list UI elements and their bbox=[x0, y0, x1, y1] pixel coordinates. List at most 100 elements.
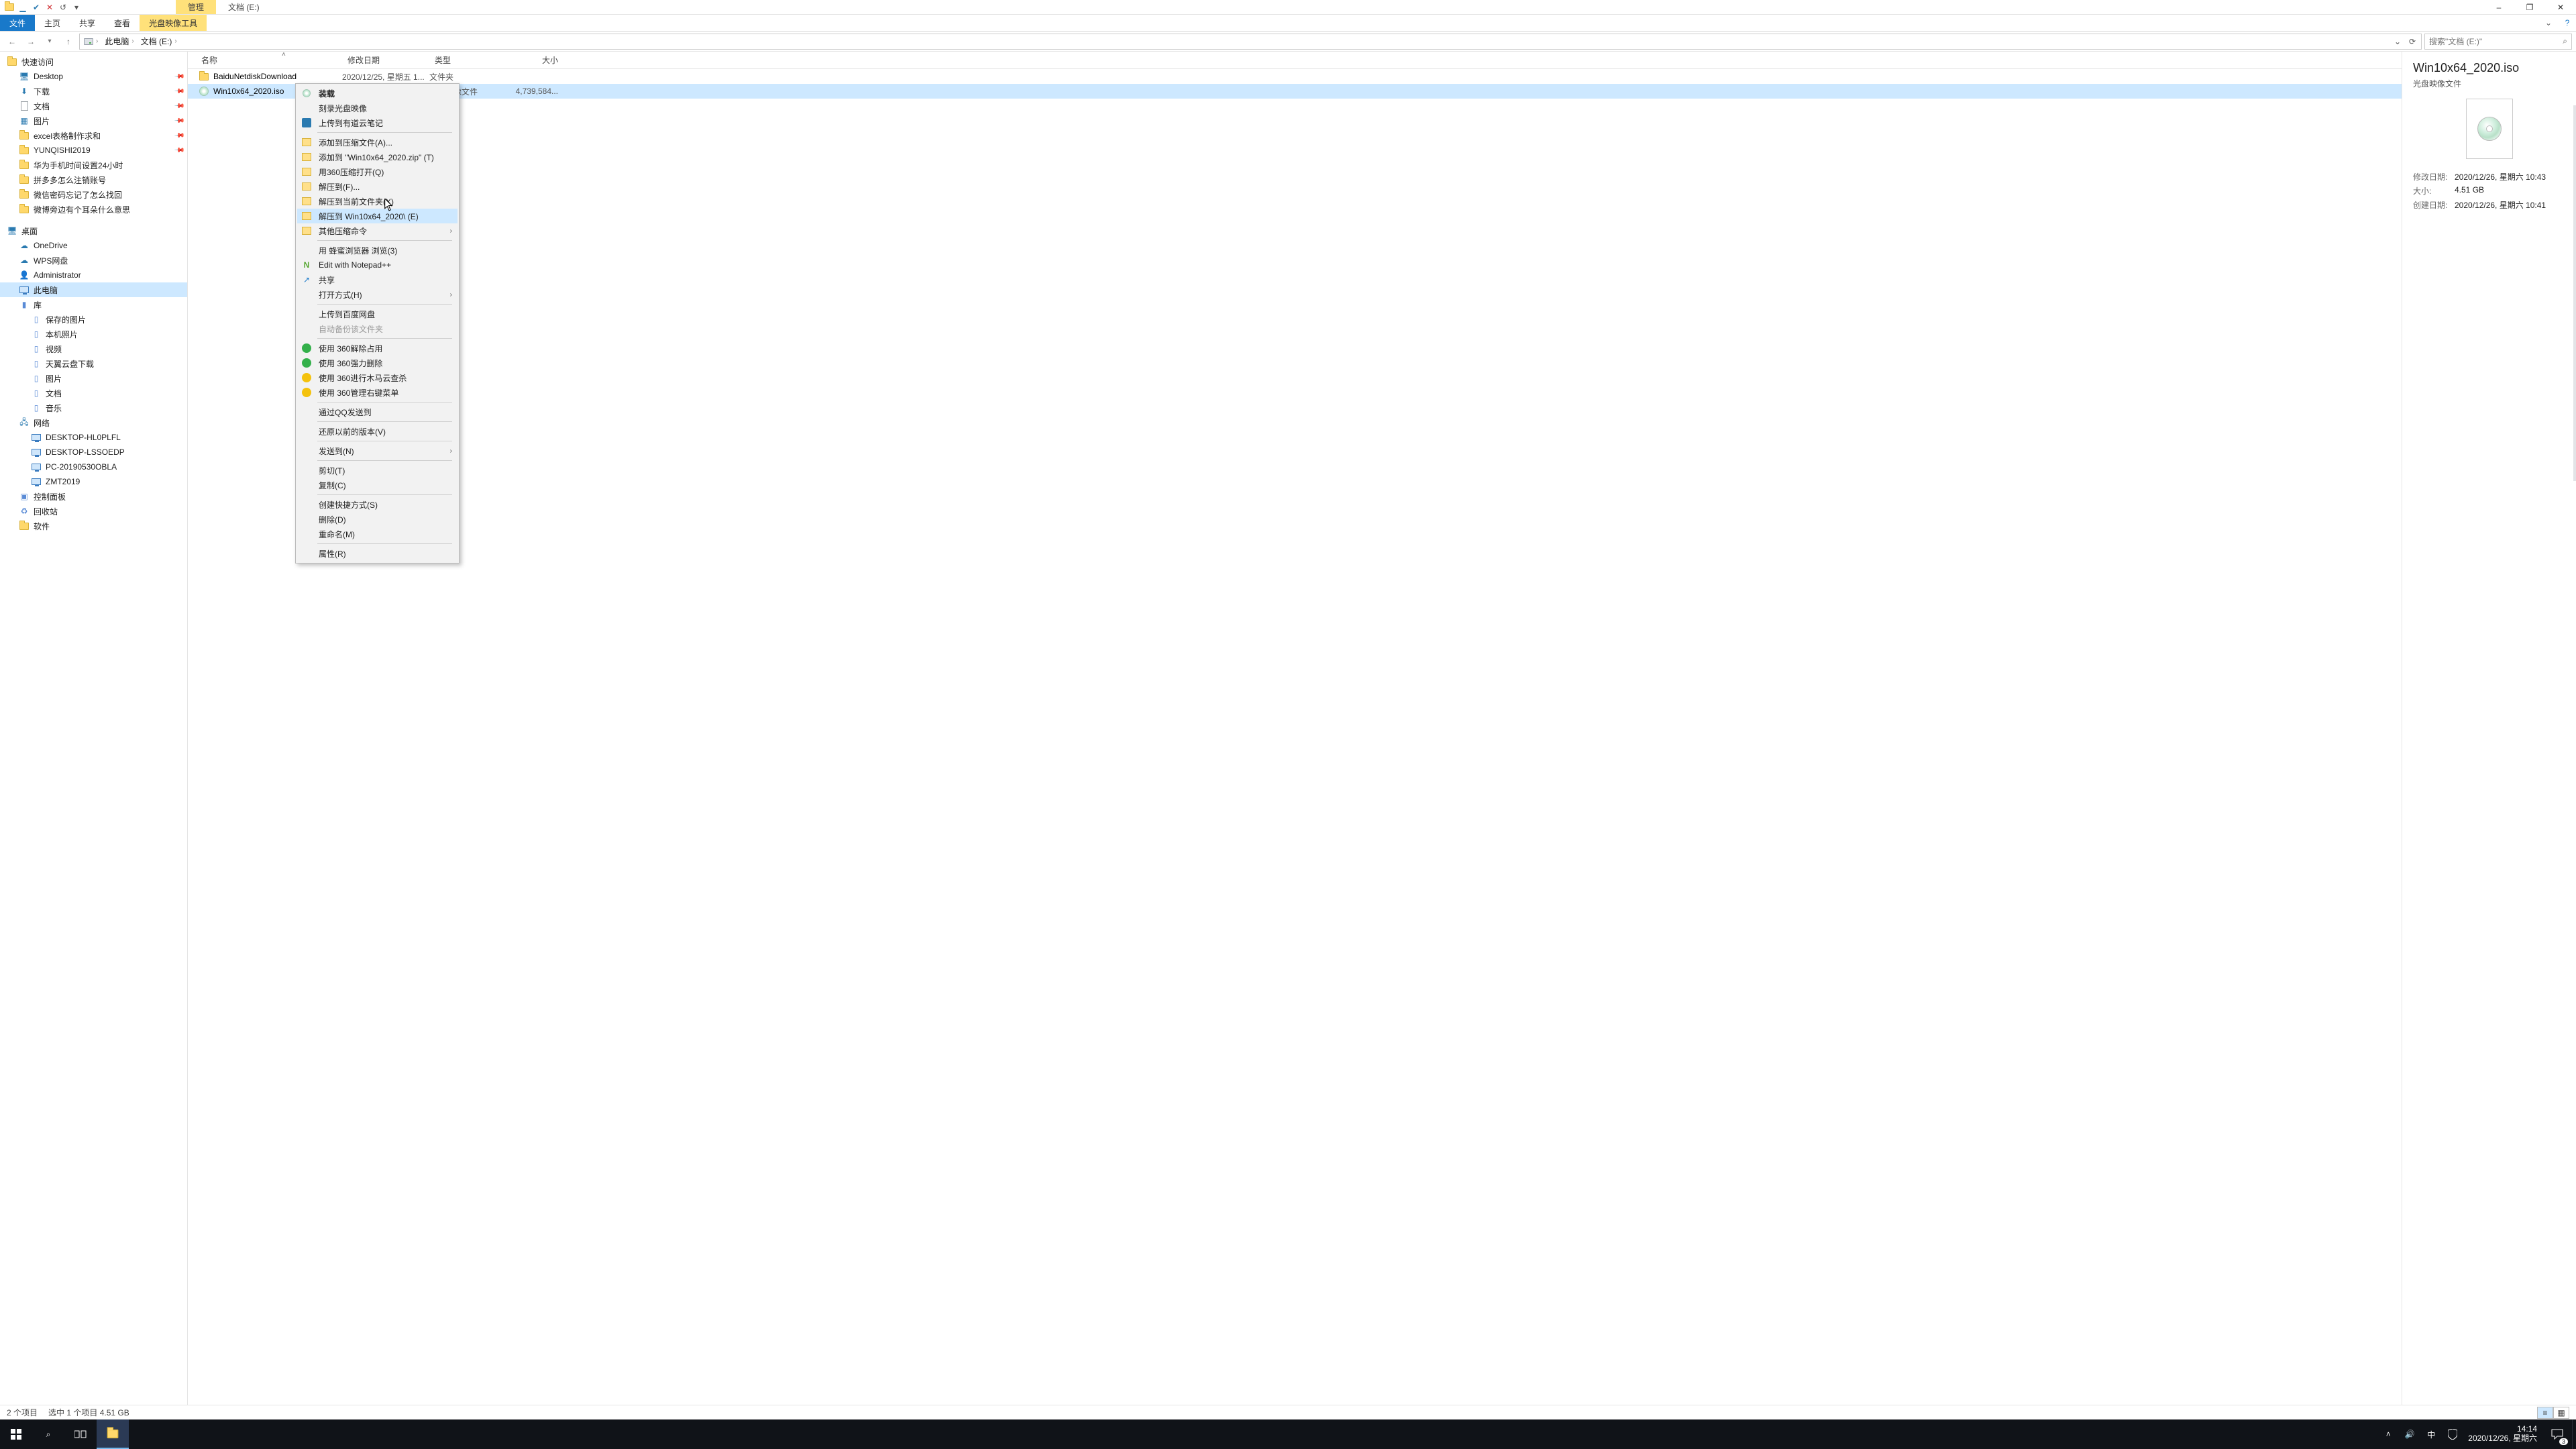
context-menu-item[interactable]: 解压到当前文件夹(X) bbox=[297, 194, 458, 209]
tree-item[interactable]: 此电脑 bbox=[0, 282, 187, 297]
tree-item[interactable]: 文档📌 bbox=[0, 99, 187, 113]
search-input[interactable] bbox=[2429, 37, 2559, 46]
context-menu-item[interactable]: 重命名(M) bbox=[297, 527, 458, 541]
start-button[interactable] bbox=[0, 1419, 32, 1449]
context-menu-item[interactable]: 上传到有道云笔记 bbox=[297, 115, 458, 130]
context-menu-item[interactable]: 发送到(N)› bbox=[297, 443, 458, 458]
column-date[interactable]: 修改日期 bbox=[342, 54, 429, 66]
tree-item[interactable]: 微信密码忘记了怎么找回 bbox=[0, 187, 187, 202]
tree-item[interactable]: 👤Administrator bbox=[0, 268, 187, 282]
taskbar-explorer-button[interactable] bbox=[97, 1419, 129, 1449]
tree-item[interactable]: DESKTOP-LSSOEDP bbox=[0, 445, 187, 460]
ribbon-tab-file[interactable]: 文件 bbox=[0, 15, 35, 31]
tree-item[interactable]: YUNQISHI2019📌 bbox=[0, 143, 187, 158]
tree-item[interactable]: DESKTOP-HL0PLFL bbox=[0, 430, 187, 445]
ribbon-tab-share[interactable]: 共享 bbox=[70, 15, 105, 31]
tree-item[interactable]: ▯文档 bbox=[0, 386, 187, 400]
tree-item[interactable]: excel表格制作求和📌 bbox=[0, 128, 187, 143]
help-icon[interactable]: ? bbox=[2559, 15, 2576, 31]
tree-item[interactable]: ▯保存的图片 bbox=[0, 312, 187, 327]
crumb-thispc[interactable]: 此电脑› bbox=[102, 36, 136, 47]
context-menu-item[interactable]: 打开方式(H)› bbox=[297, 287, 458, 302]
context-menu-item[interactable]: 使用 360解除占用 bbox=[297, 341, 458, 356]
crumb-drive[interactable]: 文档 (E:)› bbox=[138, 36, 180, 47]
show-desktop-button[interactable] bbox=[2572, 1419, 2576, 1449]
context-menu-item[interactable]: 装载 bbox=[297, 86, 458, 101]
action-center-button[interactable]: 3 bbox=[2542, 1419, 2572, 1449]
context-menu-item[interactable]: 刻录光盘映像 bbox=[297, 101, 458, 115]
context-menu-item[interactable]: 还原以前的版本(V) bbox=[297, 424, 458, 439]
search-box[interactable]: ⌕ bbox=[2424, 34, 2572, 50]
address-dropdown-icon[interactable]: ⌄ bbox=[2390, 34, 2405, 49]
navigation-tree[interactable]: 快速访问🖥Desktop📌⬇下载📌文档📌▦图片📌excel表格制作求和📌YUNQ… bbox=[0, 52, 188, 1419]
column-headers[interactable]: ˄ 名称 修改日期 类型 大小 bbox=[188, 52, 2402, 69]
tree-item[interactable]: ☁OneDrive bbox=[0, 238, 187, 253]
ribbon-expand-icon[interactable]: ⌄ bbox=[2538, 15, 2559, 31]
view-details-button[interactable]: ≡ bbox=[2537, 1407, 2553, 1419]
search-button[interactable]: ⌕ bbox=[32, 1419, 64, 1449]
qat-save-icon[interactable]: ▁ bbox=[17, 2, 28, 13]
context-menu-item[interactable]: 解压到(F)... bbox=[297, 179, 458, 194]
context-menu-item[interactable]: 使用 360进行木马云查杀 bbox=[297, 370, 458, 385]
qat-restore-icon[interactable]: ↺ bbox=[58, 2, 68, 13]
tree-item[interactable]: ⬇下载📌 bbox=[0, 84, 187, 99]
scrollbar[interactable] bbox=[2573, 105, 2576, 481]
context-menu-item[interactable]: 其他压缩命令› bbox=[297, 223, 458, 238]
context-menu-item[interactable]: 属性(R) bbox=[297, 546, 458, 561]
tree-item[interactable]: ▯本机照片 bbox=[0, 327, 187, 341]
context-menu-item[interactable]: NEdit with Notepad++ bbox=[297, 258, 458, 272]
qat-delete-icon[interactable]: ✕ bbox=[44, 2, 55, 13]
context-menu-item[interactable]: 通过QQ发送到 bbox=[297, 405, 458, 419]
tree-item[interactable]: 微博旁边有个耳朵什么意思 bbox=[0, 202, 187, 217]
context-menu-item[interactable]: 用360压缩打开(Q) bbox=[297, 164, 458, 179]
address-bar[interactable]: › 此电脑› 文档 (E:)› ⌄ ⟳ bbox=[79, 34, 2422, 50]
volume-icon[interactable]: 🔊 bbox=[2404, 1428, 2416, 1440]
context-menu-item[interactable]: 添加到压缩文件(A)... bbox=[297, 135, 458, 150]
file-row[interactable]: BaiduNetdiskDownload2020/12/25, 星期五 1...… bbox=[188, 69, 2402, 84]
context-menu-item[interactable]: 使用 360管理右键菜单 bbox=[297, 385, 458, 400]
qat-redo-icon[interactable]: ✔ bbox=[31, 2, 42, 13]
context-menu-item[interactable]: 剪切(T) bbox=[297, 463, 458, 478]
tree-item[interactable]: 拼多多怎么注销账号 bbox=[0, 172, 187, 187]
tree-item[interactable]: ZMT2019 bbox=[0, 474, 187, 489]
ribbon-tab-home[interactable]: 主页 bbox=[35, 15, 70, 31]
tree-item[interactable]: 🖥桌面 bbox=[0, 223, 187, 238]
crumb-root-icon[interactable]: › bbox=[81, 38, 101, 45]
ribbon-tab-disc-tools[interactable]: 光盘映像工具 bbox=[140, 15, 207, 31]
minimize-button[interactable]: – bbox=[2483, 0, 2514, 14]
view-icons-button[interactable]: ▦ bbox=[2553, 1407, 2569, 1419]
defender-icon[interactable] bbox=[2447, 1428, 2459, 1440]
column-size[interactable]: 大小 bbox=[503, 54, 564, 66]
tree-item[interactable]: 🖧网络 bbox=[0, 415, 187, 430]
search-icon[interactable]: ⌕ bbox=[2563, 36, 2567, 46]
nav-forward-button[interactable]: → bbox=[23, 34, 39, 50]
tree-item[interactable]: ▯视频 bbox=[0, 341, 187, 356]
tree-item[interactable]: ☁WPS网盘 bbox=[0, 253, 187, 268]
tree-item[interactable]: PC-20190530OBLA bbox=[0, 460, 187, 474]
context-menu-item[interactable]: 使用 360强力删除 bbox=[297, 356, 458, 370]
tree-item[interactable]: 🖥Desktop📌 bbox=[0, 69, 187, 84]
context-menu-item[interactable]: 删除(D) bbox=[297, 512, 458, 527]
qat-more-icon[interactable]: ▾ bbox=[71, 2, 82, 13]
tree-item[interactable]: ▦图片📌 bbox=[0, 113, 187, 128]
context-menu-item[interactable]: ↗共享 bbox=[297, 272, 458, 287]
context-menu-item[interactable]: 上传到百度网盘 bbox=[297, 307, 458, 321]
tray-expand-icon[interactable]: ˄ bbox=[2382, 1428, 2394, 1440]
context-menu-item[interactable]: 解压到 Win10x64_2020\ (E) bbox=[297, 209, 458, 223]
ribbon-tab-view[interactable]: 查看 bbox=[105, 15, 140, 31]
close-button[interactable]: ✕ bbox=[2545, 0, 2576, 14]
tree-item[interactable]: ▮库 bbox=[0, 297, 187, 312]
tree-item[interactable]: ♻回收站 bbox=[0, 504, 187, 519]
context-menu[interactable]: 装载刻录光盘映像上传到有道云笔记添加到压缩文件(A)...添加到 "Win10x… bbox=[295, 83, 460, 564]
context-menu-item[interactable]: 用 蜂蜜浏览器 浏览(3) bbox=[297, 243, 458, 258]
maximize-button[interactable]: ❐ bbox=[2514, 0, 2545, 14]
taskbar-clock[interactable]: 14:14 2020/12/26, 星期六 bbox=[2463, 1419, 2542, 1449]
tree-item[interactable]: 快速访问 bbox=[0, 54, 187, 69]
tree-item[interactable]: ▯天翼云盘下载 bbox=[0, 356, 187, 371]
tree-item[interactable]: 软件 bbox=[0, 519, 187, 533]
column-type[interactable]: 类型 bbox=[429, 54, 503, 66]
nav-back-button[interactable]: ← bbox=[4, 34, 20, 50]
context-menu-item[interactable]: 创建快捷方式(S) bbox=[297, 497, 458, 512]
refresh-button[interactable]: ⟳ bbox=[2405, 34, 2420, 49]
context-menu-item[interactable]: 添加到 "Win10x64_2020.zip" (T) bbox=[297, 150, 458, 164]
